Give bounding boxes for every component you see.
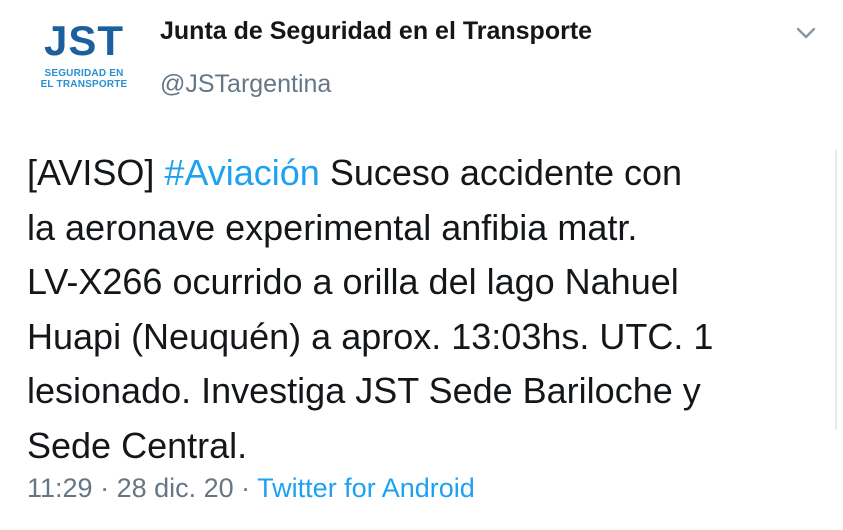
tweet-date[interactable]: 28 dic. 20: [117, 473, 234, 503]
scroll-edge: [835, 150, 837, 430]
logo-subtitle-line2: EL TRANSPORTE: [40, 79, 128, 90]
hashtag-link[interactable]: #Aviación: [164, 152, 319, 193]
tweet-text-line: la aeronave experimental anfibia matr.: [27, 206, 638, 248]
jst-logo-icon: JST: [43, 17, 125, 64]
text-segment: Suceso accidente con: [319, 152, 683, 193]
tweet-text-line: Sede Central.: [27, 424, 248, 466]
tweet-text: [AVISO] #Aviación Suceso accidente con l…: [27, 146, 817, 473]
notice-tag: [AVISO]: [27, 152, 165, 193]
meta-separator: ·: [92, 473, 117, 503]
tweet-source-link[interactable]: Twitter for Android: [257, 473, 475, 503]
tweet-text-line: Huapi (Neuquén) a aprox. 13:03hs. UTC. 1: [27, 315, 714, 357]
display-name[interactable]: Junta de Seguridad en el Transporte: [160, 17, 592, 46]
tweet-time[interactable]: 11:29: [27, 473, 93, 503]
tweet-meta: 11:29 · 28 dic. 20 · Twitter for Android: [27, 473, 475, 504]
chevron-down-icon: [796, 27, 816, 39]
logo-subtitle: SEGURIDAD EN EL TRANSPORTE: [28, 68, 140, 90]
tweet-menu-button[interactable]: [792, 22, 820, 44]
avatar[interactable]: JST SEGURIDAD EN EL TRANSPORTE: [28, 12, 140, 102]
logo-subtitle-line1: SEGURIDAD EN: [44, 68, 124, 79]
tweet-text-line: [AVISO] #Aviación Suceso accidente con: [27, 146, 817, 201]
meta-separator: ·: [233, 473, 258, 503]
tweet-text-line: LV-X266 ocurrido a orilla del lago Nahue…: [27, 261, 679, 302]
tweet-card: JST SEGURIDAD EN EL TRANSPORTE Junta de …: [0, 0, 843, 530]
user-handle[interactable]: @JSTargentina: [160, 70, 331, 99]
tweet-text-line: lesionado. Investiga JST Sede Bariloche …: [27, 370, 701, 411]
